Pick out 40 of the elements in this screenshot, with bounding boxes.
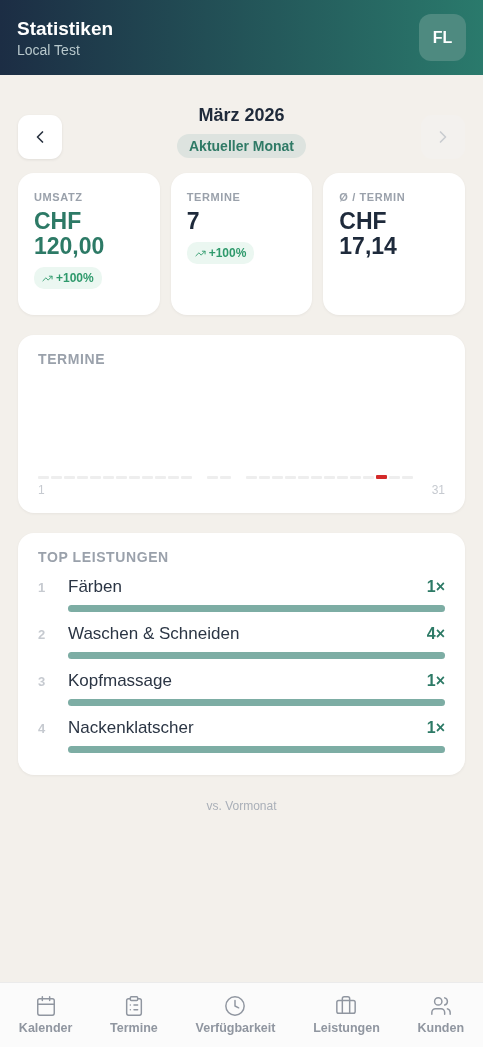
month-title: März 2026 xyxy=(198,104,285,126)
trend-badge: +100% xyxy=(34,267,102,289)
rank-number: 1 xyxy=(38,579,47,595)
stat-label: TERMINE xyxy=(186,191,242,203)
trend-badge: +100% xyxy=(186,242,255,264)
nav-tab[interactable]: Termine xyxy=(110,995,158,1035)
stat-value: 7 xyxy=(186,209,201,234)
stat-label: Ø / TERMIN xyxy=(339,191,407,203)
axis-label: 31 xyxy=(431,483,445,497)
stat-label: UMSATZ xyxy=(34,191,84,203)
service-count: 1× xyxy=(426,672,445,690)
service-name: Kopfmassage xyxy=(68,671,172,691)
rank-number: 2 xyxy=(38,626,47,642)
service-count: 4× xyxy=(426,625,445,643)
nav-tab[interactable]: Kunden xyxy=(417,995,465,1035)
rank-number: 3 xyxy=(38,673,47,689)
footnote: vs. Vormonat xyxy=(205,799,278,813)
avatar[interactable]: FL xyxy=(419,14,466,61)
calendar-icon xyxy=(34,995,57,1017)
page-subtitle: Local Test xyxy=(17,41,81,58)
axis-label: 1 xyxy=(38,483,45,497)
stat-value: CHF 120,00 xyxy=(34,209,106,259)
service-name: Nackenklatscher xyxy=(68,718,194,738)
clock-icon xyxy=(224,995,247,1017)
service-name: Waschen & Schneiden xyxy=(68,624,240,644)
nav-tab[interactable]: Leistungen xyxy=(313,995,380,1035)
section-title: TOP LEISTUNGEN xyxy=(38,549,170,565)
service-count: 1× xyxy=(426,578,445,596)
service-count: 1× xyxy=(426,719,445,737)
stat-value: CHF 17,14 xyxy=(339,209,398,259)
rank-number: 4 xyxy=(38,720,47,736)
users-icon xyxy=(429,995,452,1017)
service-name: Färben xyxy=(68,577,122,597)
previous-month-button[interactable] xyxy=(18,115,62,159)
current-month-badge: Aktueller Monat xyxy=(177,133,306,158)
nav-tab[interactable]: Verfügbarkeit xyxy=(195,995,276,1035)
briefcase-icon xyxy=(335,995,358,1017)
chart-title: TERMINE xyxy=(38,351,107,367)
nav-tab[interactable]: Kalender xyxy=(18,995,73,1035)
page-title: Statistiken xyxy=(17,17,114,40)
